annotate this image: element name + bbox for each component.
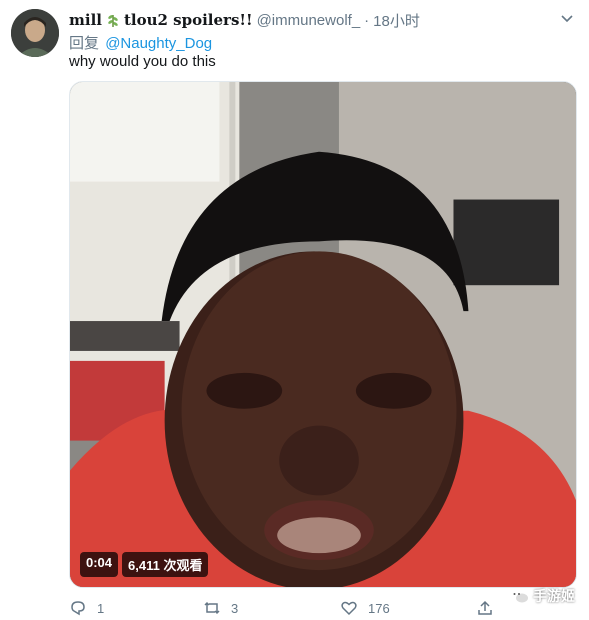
tweet-timestamp[interactable]: 18小时 <box>373 10 420 31</box>
reply-prefix: 回复 <box>69 35 100 52</box>
video-view-count: 6,411 次观看 <box>122 552 209 577</box>
video-info-badge: 0:04 6,411 次观看 <box>80 552 209 577</box>
display-name-suffix[interactable]: tlou2 spoilers!! <box>124 11 253 29</box>
reply-button[interactable]: 1 <box>69 599 104 617</box>
retweet-count: 3 <box>231 600 239 616</box>
reply-context: 回复 @Naughty_Dog <box>69 32 212 53</box>
watermark: 手游姬 <box>509 586 575 606</box>
display-name[interactable]: mill <box>69 11 102 29</box>
retweet-icon <box>204 601 220 615</box>
like-button[interactable]: 176 <box>340 599 390 617</box>
heart-icon <box>341 601 357 616</box>
watermark-text: 手游姬 <box>533 588 575 604</box>
reply-icon <box>71 601 85 616</box>
video-player[interactable]: 0:04 6,411 次观看 <box>69 81 577 588</box>
video-duration: 0:04 <box>80 552 119 577</box>
retweet-button[interactable]: 3 <box>203 599 238 617</box>
tweet-text: why would you do this <box>69 53 216 70</box>
user-handle[interactable]: @immunewolf_ <box>257 12 361 29</box>
leaf-emoji-icon <box>108 15 118 27</box>
share-icon <box>478 600 492 615</box>
tweet-actions: 1 3 176 <box>69 597 509 619</box>
video-thumbnail <box>70 82 576 587</box>
separator-dot: · <box>364 11 370 29</box>
reply-count: 1 <box>97 600 105 616</box>
tweet-header: mill tlou2 spoilers!! @immunewolf_ · 18小… <box>69 10 575 30</box>
wechat-logo-icon <box>510 589 528 603</box>
share-button[interactable] <box>476 599 504 617</box>
avatar[interactable] <box>11 9 59 57</box>
chevron-down-icon[interactable] <box>559 10 575 26</box>
reply-mention-link[interactable]: @Naughty_Dog <box>105 35 212 52</box>
like-count: 176 <box>368 600 390 616</box>
